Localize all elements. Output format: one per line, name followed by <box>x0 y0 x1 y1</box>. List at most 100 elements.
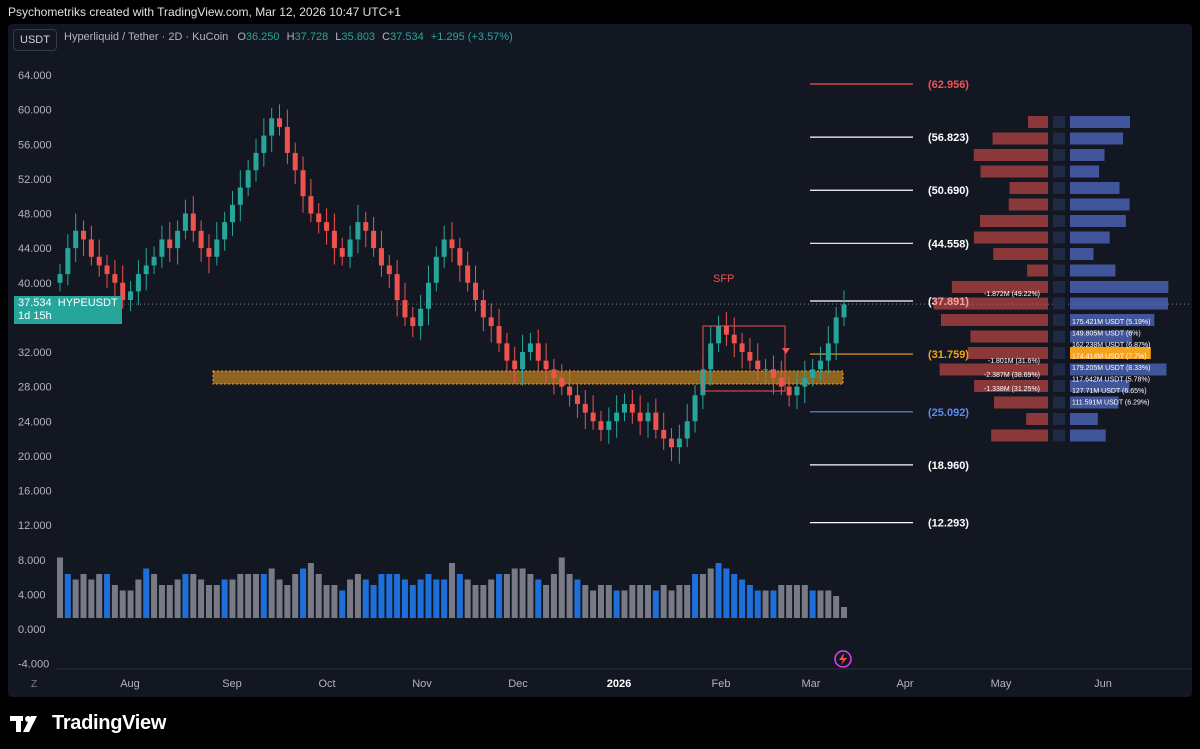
candle-body[interactable] <box>551 369 557 378</box>
candle-body[interactable] <box>410 317 416 327</box>
candle-body[interactable] <box>786 386 792 396</box>
candle-body[interactable] <box>629 403 635 413</box>
candle-body[interactable] <box>825 343 831 361</box>
candle-body[interactable] <box>308 196 314 214</box>
candle-body[interactable] <box>543 360 549 370</box>
candle-body[interactable] <box>582 403 588 413</box>
candle-body[interactable] <box>324 222 330 231</box>
candle-body[interactable] <box>716 326 722 344</box>
candle-body[interactable] <box>159 239 165 257</box>
candle-body[interactable] <box>135 274 141 292</box>
candle-body[interactable] <box>802 377 808 387</box>
support-zone[interactable] <box>212 370 844 385</box>
candle-body[interactable] <box>731 334 737 344</box>
candle-body[interactable] <box>198 230 204 249</box>
candle-body[interactable] <box>418 308 424 327</box>
candle-body[interactable] <box>723 326 729 335</box>
candle-body[interactable] <box>676 438 682 448</box>
candle-body[interactable] <box>441 239 447 257</box>
candle-body[interactable] <box>143 265 149 275</box>
candle-body[interactable] <box>284 126 290 153</box>
candle-body[interactable] <box>182 213 188 231</box>
candle-body[interactable] <box>378 248 384 266</box>
candle-body[interactable] <box>222 222 228 240</box>
candle-body[interactable] <box>778 377 784 387</box>
candle-body[interactable] <box>112 274 118 283</box>
candle-body[interactable] <box>574 395 580 404</box>
candle-body[interactable] <box>386 265 392 275</box>
candle-body[interactable] <box>104 265 110 275</box>
symbol-button[interactable]: USDT <box>13 29 57 51</box>
candle-body[interactable] <box>669 438 675 448</box>
candle-body[interactable] <box>300 170 306 197</box>
candle-body[interactable] <box>339 248 345 257</box>
candle-body[interactable] <box>473 282 479 301</box>
candle-body[interactable] <box>57 274 63 283</box>
candle-body[interactable] <box>433 256 439 283</box>
candle-body[interactable] <box>402 300 408 318</box>
candle-body[interactable] <box>496 326 502 344</box>
candle-body[interactable] <box>214 239 220 257</box>
candle-body[interactable] <box>316 213 322 223</box>
candle-body[interactable] <box>425 282 431 309</box>
candle-body[interactable] <box>527 343 533 352</box>
candle-body[interactable] <box>559 377 565 387</box>
candle-body[interactable] <box>480 300 486 318</box>
candle-body[interactable] <box>653 412 659 430</box>
candle-body[interactable] <box>449 239 455 249</box>
candle-body[interactable] <box>331 230 337 249</box>
candle-body[interactable] <box>841 304 847 318</box>
candle-body[interactable] <box>512 360 518 370</box>
candle-body[interactable] <box>763 369 769 371</box>
candle-body[interactable] <box>621 403 627 413</box>
candle-body[interactable] <box>292 152 298 171</box>
candle-body[interactable] <box>347 239 353 257</box>
candle-body[interactable] <box>237 187 243 205</box>
tradingview-logo[interactable]: TradingView <box>10 712 166 735</box>
candle-body[interactable] <box>88 239 94 257</box>
candle-body[interactable] <box>277 118 283 127</box>
candle-body[interactable] <box>245 170 251 188</box>
candle-body[interactable] <box>739 343 745 352</box>
candle-body[interactable] <box>175 230 181 249</box>
candle-body[interactable] <box>535 343 541 361</box>
candle-body[interactable] <box>692 395 698 422</box>
candle-body[interactable] <box>81 230 87 240</box>
candle-body[interactable] <box>817 360 823 370</box>
candle-body[interactable] <box>269 118 275 136</box>
candle-body[interactable] <box>833 317 839 344</box>
candle-body[interactable] <box>167 239 173 249</box>
candle-body[interactable] <box>747 352 753 361</box>
candle-body[interactable] <box>229 204 235 223</box>
candle-body[interactable] <box>810 369 816 378</box>
candle-body[interactable] <box>73 230 79 249</box>
candle-body[interactable] <box>96 256 102 266</box>
candle-body[interactable] <box>394 274 400 301</box>
candle-body[interactable] <box>371 230 377 249</box>
candle-body[interactable] <box>465 265 471 283</box>
candle-body[interactable] <box>684 421 690 439</box>
timezone-button[interactable]: Z <box>31 679 37 690</box>
candle-body[interactable] <box>65 248 71 275</box>
candle-body[interactable] <box>614 412 620 422</box>
candle-body[interactable] <box>504 343 510 361</box>
candle-body[interactable] <box>151 256 157 266</box>
candle-body[interactable] <box>606 421 612 430</box>
candle-body[interactable] <box>567 386 573 396</box>
candle-body[interactable] <box>794 386 800 396</box>
candle-body[interactable] <box>190 213 196 231</box>
candle-body[interactable] <box>645 412 651 422</box>
candle-body[interactable] <box>355 222 361 240</box>
candle-body[interactable] <box>598 421 604 430</box>
candle-body[interactable] <box>206 248 212 257</box>
candle-body[interactable] <box>770 369 776 378</box>
price-chart[interactable]: 64.000 60.000 56.000 52.000 48.000 44.000 40.0… <box>8 24 1192 697</box>
candle-body[interactable] <box>590 412 596 422</box>
candle-body[interactable] <box>708 343 714 370</box>
candle-body[interactable] <box>253 152 259 171</box>
candle-body[interactable] <box>363 222 369 231</box>
candle-body[interactable] <box>661 429 667 439</box>
candle-body[interactable] <box>520 352 526 370</box>
candle-body[interactable] <box>261 135 267 153</box>
candle-body[interactable] <box>637 412 643 422</box>
